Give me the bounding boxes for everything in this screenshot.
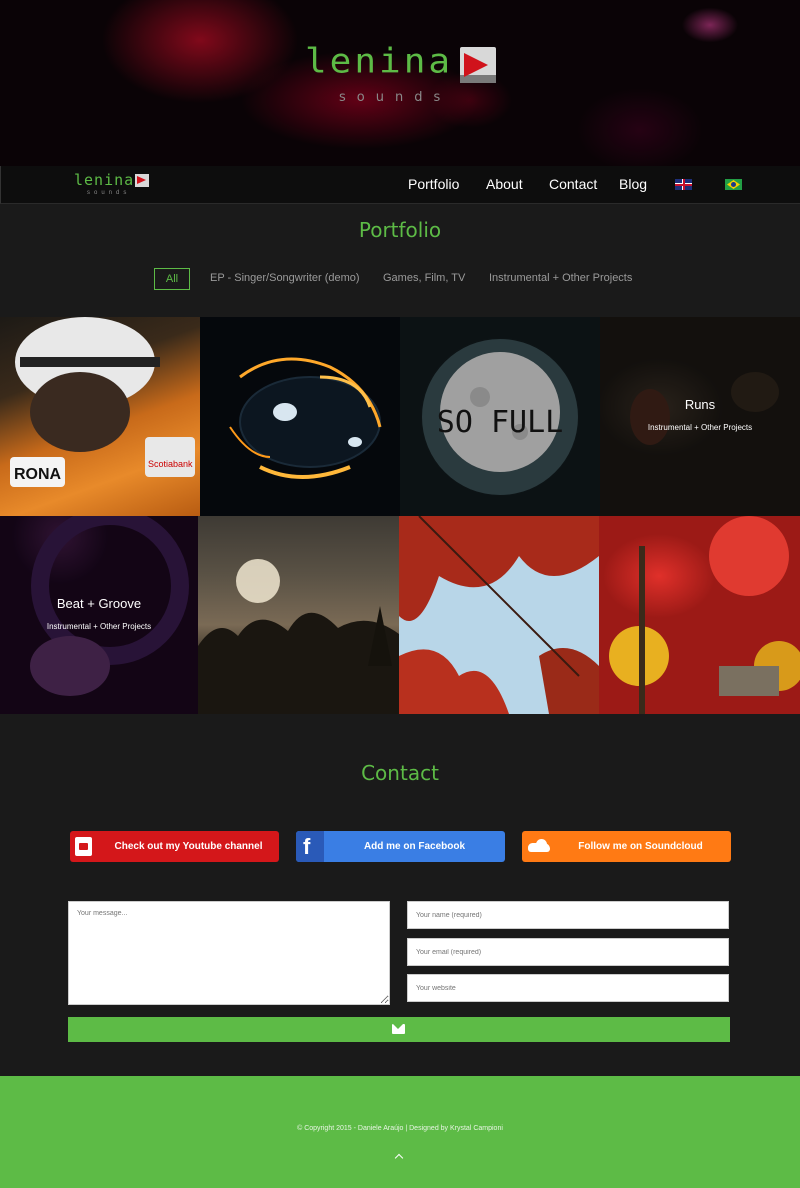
svg-text:Scotiabank: Scotiabank (148, 459, 193, 469)
name-field[interactable] (407, 901, 729, 929)
facebook-button[interactable]: f Add me on Facebook (296, 831, 505, 862)
so-full-text: SO FULL (437, 405, 563, 440)
play-logo-icon (135, 174, 149, 187)
contact-title: Contact (361, 761, 439, 785)
portfolio-grid: RONA Scotiabank SO FULL Runs Instrumenta… (0, 317, 800, 714)
hero-logo-word: lenina (305, 42, 454, 81)
portfolio-tile[interactable] (200, 317, 400, 516)
football-player-image: RONA Scotiabank (10, 317, 195, 487)
uk-flag-icon[interactable] (675, 179, 692, 190)
tile-overlay (0, 516, 198, 714)
copyright-text: © Copyright 2015 - Daniele Araújo | Desi… (297, 1125, 503, 1132)
portfolio-tile[interactable] (599, 516, 800, 714)
website-field[interactable] (407, 974, 729, 1002)
email-field[interactable] (407, 938, 729, 966)
hero-logo-sub: sounds (339, 90, 452, 105)
autumn-tree-image (609, 516, 800, 714)
navbar: lenina sounds Portfolio About Contact Bl… (0, 166, 800, 204)
hero-logo[interactable]: lenina sounds (305, 40, 505, 110)
play-logo-icon (460, 47, 496, 83)
brazil-flag-icon[interactable] (725, 179, 742, 190)
nav-item-about[interactable]: About (486, 176, 523, 192)
facebook-button-label: Add me on Facebook (363, 841, 466, 852)
tile-category: Instrumental + Other Projects (647, 423, 753, 432)
soundcloud-button-label: Follow me on Soundcloud (578, 841, 703, 852)
so-full-cover-image: SO FULL (422, 339, 578, 495)
tile-category: Instrumental + Other Projects (46, 622, 152, 631)
svg-text:RONA: RONA (14, 466, 62, 483)
nav-logo[interactable]: lenina sounds (74, 171, 154, 199)
nav-item-portfolio[interactable]: Portfolio (408, 176, 459, 192)
filter-instrumental[interactable]: Instrumental + Other Projects (489, 268, 632, 290)
message-field[interactable] (68, 901, 390, 1005)
tile-title: Runs (684, 397, 716, 412)
soundcloud-button[interactable]: Follow me on Soundcloud (522, 831, 731, 862)
youtube-button[interactable]: Check out my Youtube channel (70, 831, 279, 862)
tile-overlay (600, 317, 800, 516)
filter-ep[interactable]: EP - Singer/Songwriter (demo) (210, 268, 360, 290)
filter-games-film-tv[interactable]: Games, Film, TV (383, 268, 465, 290)
portfolio-title: Portfolio (358, 218, 442, 242)
filter-all[interactable]: All (154, 268, 190, 290)
footer: © Copyright 2015 - Daniele Araújo | Desi… (0, 1076, 800, 1188)
send-button[interactable] (68, 1017, 730, 1042)
hero-banner: lenina sounds (0, 0, 800, 166)
nav-item-blog[interactable]: Blog (619, 176, 647, 192)
portfolio-filters: All EP - Singer/Songwriter (demo) Games,… (0, 268, 800, 290)
portfolio-tile[interactable] (399, 516, 599, 714)
portfolio-tile[interactable]: SO FULL (400, 317, 600, 516)
tile-title: Beat + Groove (56, 596, 142, 611)
soundcloud-icon (522, 831, 550, 862)
nav-logo-word: lenina (74, 171, 135, 189)
sunset-trees-image (198, 559, 399, 714)
back-to-top-icon[interactable] (393, 1151, 405, 1163)
envelope-icon (392, 1024, 405, 1034)
youtube-icon (70, 831, 98, 862)
youtube-button-label: Check out my Youtube channel (114, 841, 263, 852)
red-leaves-image (399, 516, 599, 714)
portfolio-tile[interactable] (198, 516, 399, 714)
facebook-icon: f (296, 831, 324, 862)
portfolio-tile[interactable]: RONA Scotiabank (0, 317, 200, 516)
portfolio-tile[interactable]: Runs Instrumental + Other Projects (600, 317, 800, 516)
portfolio-tile[interactable]: Beat + Groove Instrumental + Other Proje… (0, 516, 198, 714)
nav-logo-sub: sounds (87, 190, 131, 196)
tron-vehicle-image (229, 357, 382, 479)
nav-item-contact[interactable]: Contact (549, 176, 597, 192)
page: lenina sounds lenina sounds Portfolio Ab… (0, 0, 800, 1188)
